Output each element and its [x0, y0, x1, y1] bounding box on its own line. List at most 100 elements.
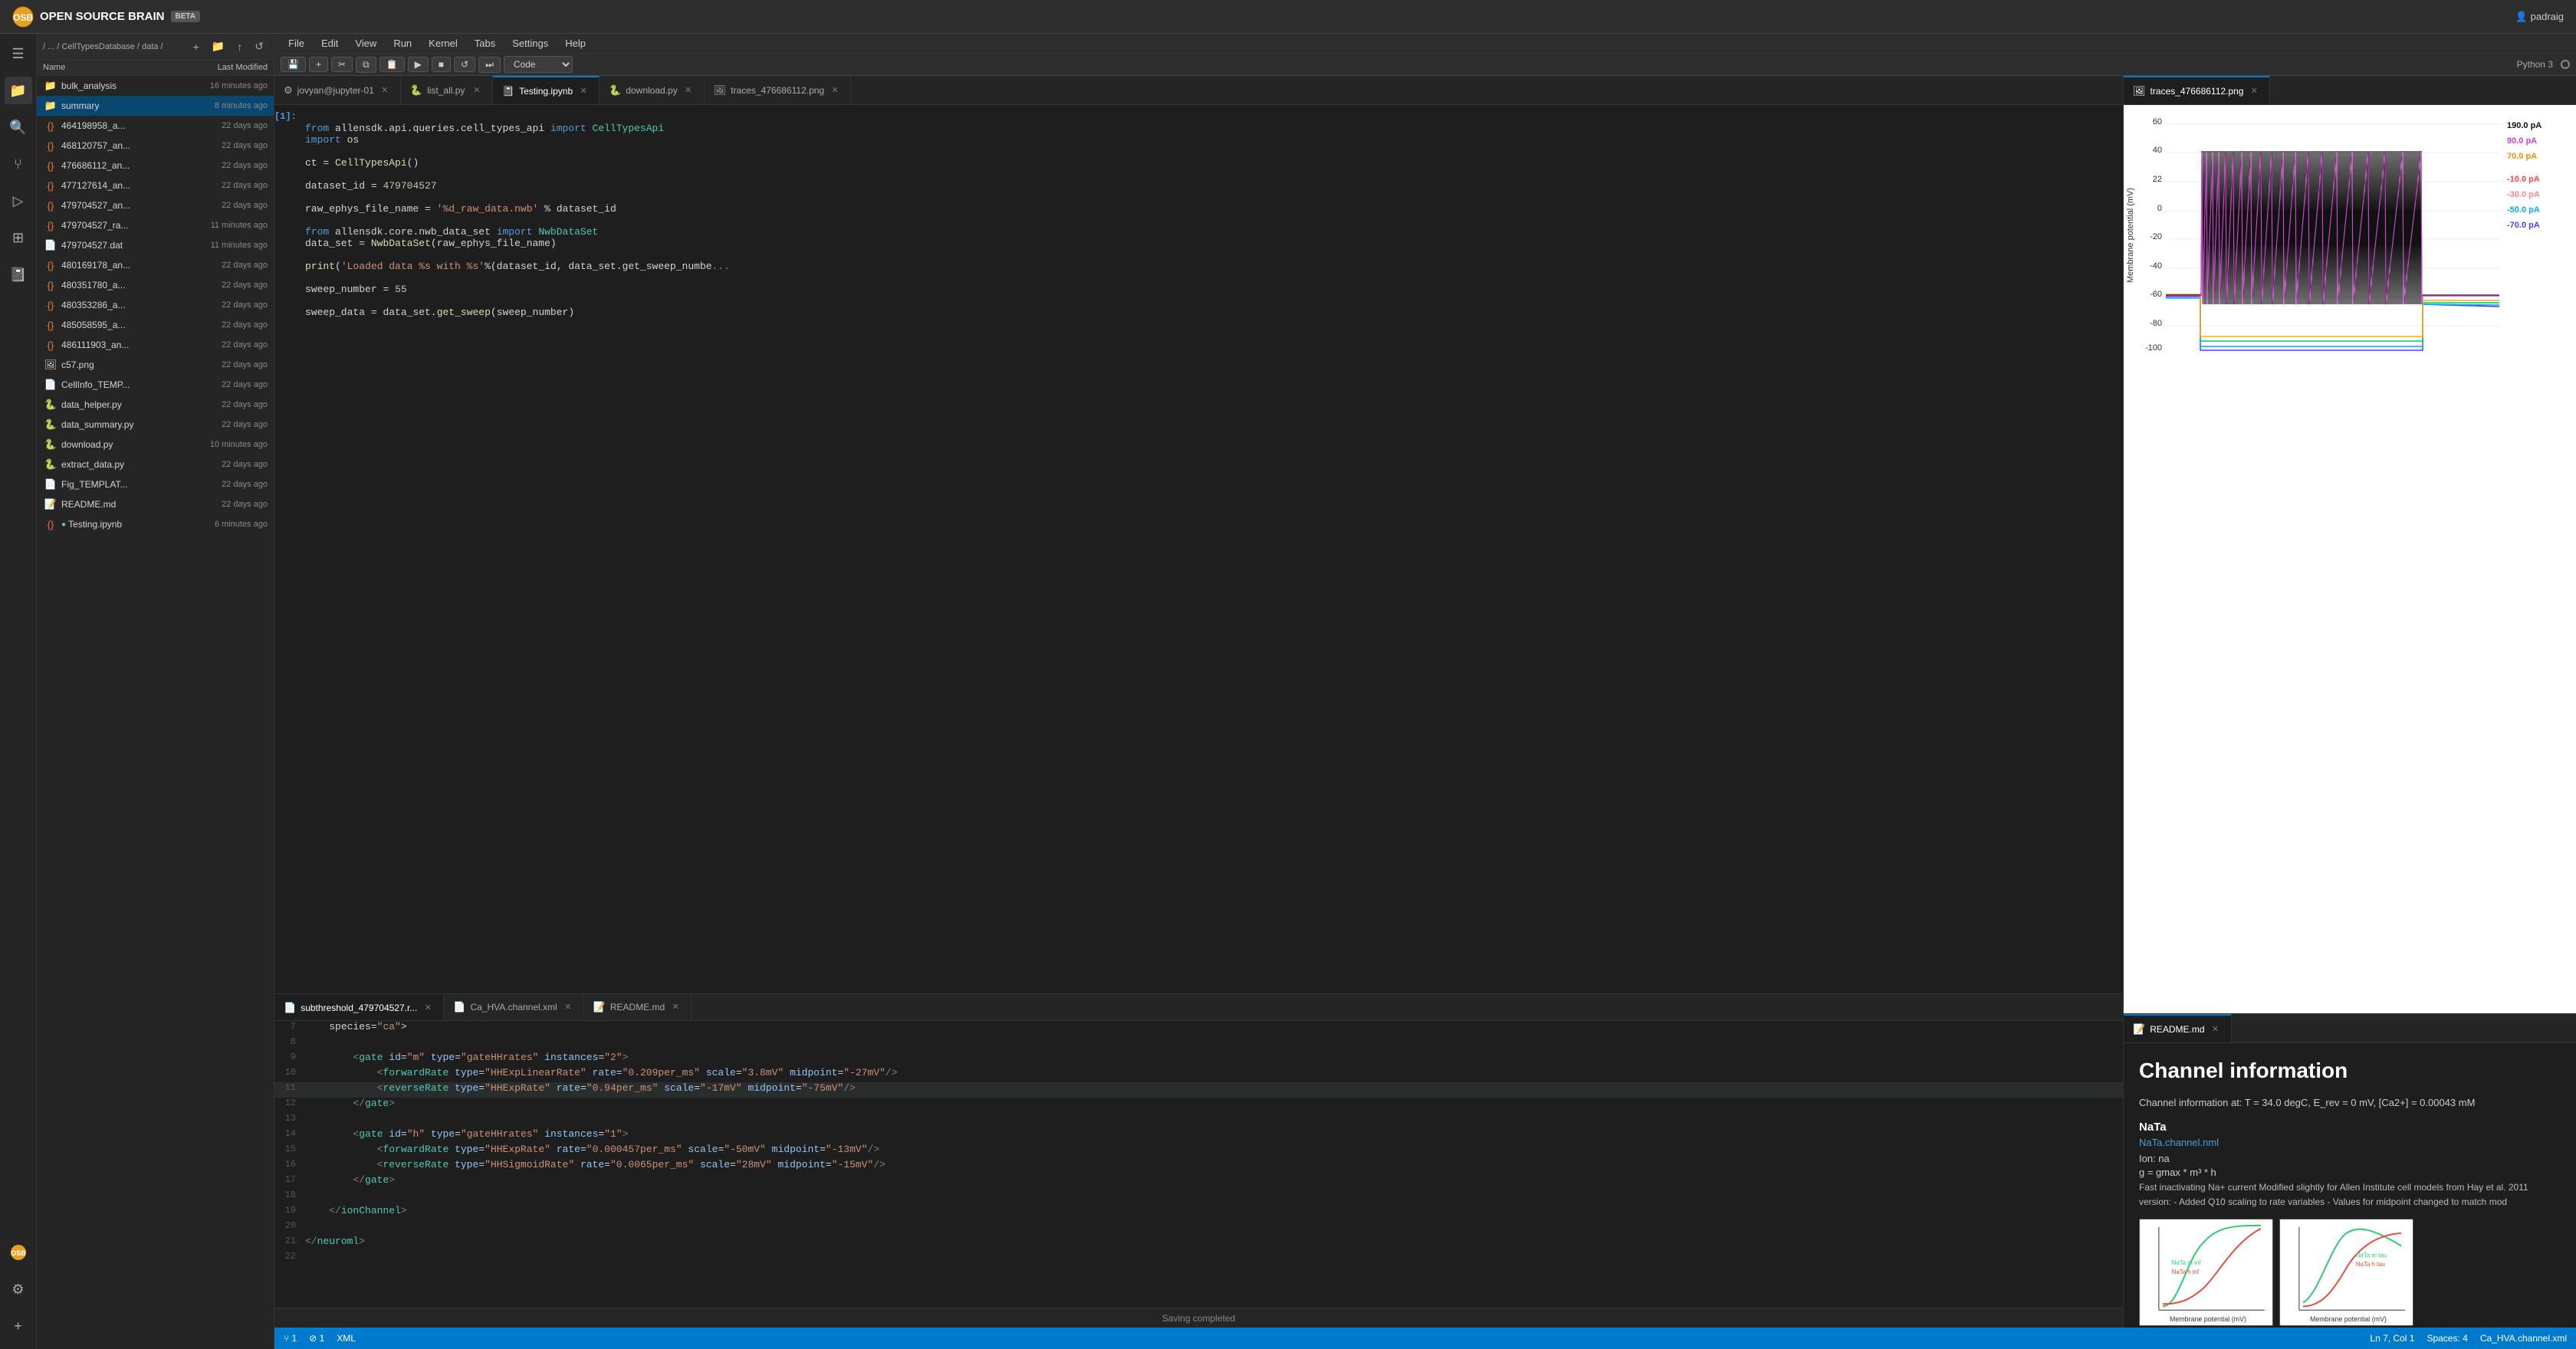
tab-close[interactable]: ✕ — [669, 1001, 682, 1013]
tab-close[interactable]: ✕ — [379, 84, 391, 97]
file-item[interactable]: 🐍 download.py 10 minutes ago — [37, 435, 274, 455]
copy-button[interactable]: ⧉ — [356, 57, 376, 73]
svg-text:22: 22 — [2153, 175, 2162, 184]
app-logo: OSB OPEN SOURCE BRAIN BETA — [12, 6, 200, 28]
editor-tab[interactable]: ⚙ jovyan@jupyter-01 ✕ — [274, 76, 401, 105]
jupyter-menu-item[interactable]: Kernel — [421, 35, 465, 51]
file-item[interactable]: 🐍 data_helper.py 22 days ago — [37, 395, 274, 415]
jupyter-menu-item[interactable]: Edit — [314, 35, 346, 51]
extensions-icon[interactable]: ⊞ — [5, 224, 32, 251]
xml-content[interactable]: 7 species="ca"> 8 9 — [274, 1021, 2123, 1308]
editor-tab[interactable]: 📓 Testing.ipynb ✕ — [493, 76, 600, 105]
sidebar-new-file[interactable]: + — [189, 39, 203, 54]
editor-tab[interactable]: 🖼 traces_476686112.png ✕ — [705, 76, 851, 105]
file-item[interactable]: {} 480351780_a... 22 days ago — [37, 275, 274, 295]
file-name: Testing.ipynb — [68, 519, 168, 530]
paste-button[interactable]: 📋 — [380, 57, 405, 72]
file-item[interactable]: {} 479704527_ra... 11 minutes ago — [37, 215, 274, 235]
editor-tab[interactable]: 🐍 list_all.py ✕ — [401, 76, 493, 105]
settings-icon[interactable]: ⚙ — [5, 1275, 32, 1303]
cell-type-select[interactable]: Code Markdown — [504, 56, 573, 73]
tab-close[interactable]: ✕ — [2248, 85, 2260, 97]
file-item[interactable]: {} 468120757_an... 22 days ago — [37, 136, 274, 156]
files-icon[interactable]: 📁 — [5, 77, 32, 104]
file-item[interactable]: {} 480169178_an... 22 days ago — [37, 255, 274, 275]
tab-close[interactable]: ✕ — [2210, 1023, 2222, 1036]
save-button[interactable]: 💾 — [281, 57, 306, 72]
run-icon[interactable]: ▷ — [5, 187, 32, 215]
git-icon[interactable]: ⑂ — [5, 150, 32, 178]
file-item[interactable]: {} 477127614_an... 22 days ago — [37, 176, 274, 195]
left-panel: ⚙ jovyan@jupyter-01 ✕ 🐍 list_all.py ✕ 📓 … — [274, 76, 2124, 1328]
sidebar-refresh[interactable]: ↺ — [251, 38, 268, 54]
editor-tab-bottom[interactable]: 📄 subthreshold_479704527.r... ✕ — [274, 994, 444, 1021]
add-icon[interactable]: + — [5, 1312, 32, 1340]
jupyter-menu-item[interactable]: File — [281, 35, 312, 51]
tab-close[interactable]: ✕ — [562, 1001, 574, 1013]
file-item[interactable]: 📄 479704527.dat 11 minutes ago — [37, 235, 274, 255]
stop-button[interactable]: ■ — [432, 57, 451, 72]
add-cell-button[interactable]: + — [309, 57, 328, 72]
col-name-header[interactable]: Name — [43, 63, 168, 72]
jupyter-menu-item[interactable]: Tabs — [467, 35, 503, 51]
code-content[interactable]: [1]: from allensdk.api.queries.cell_type… — [274, 105, 2123, 993]
jupyter-menu-item[interactable]: Help — [557, 35, 593, 51]
file-item[interactable]: {} ● Testing.ipynb 6 minutes ago — [37, 514, 274, 534]
sidebar-upload[interactable]: ↑ — [233, 39, 246, 54]
file-item[interactable]: 📁 summary 8 minutes ago — [37, 96, 274, 116]
file-item[interactable]: {} 476686112_an... 22 days ago — [37, 156, 274, 176]
file-item[interactable]: 📝 README.md 22 days ago — [37, 494, 274, 514]
restart-button[interactable]: ↺ — [454, 57, 475, 72]
chart-1: Membrane potential (mV) NaTa m inf NaTa … — [2139, 1219, 2273, 1326]
sidebar-new-folder[interactable]: 📁 — [208, 38, 228, 54]
file-item[interactable]: 🐍 data_summary.py 22 days ago — [37, 415, 274, 435]
file-type-icon: 📄 — [43, 377, 58, 392]
jupyter-menu-item[interactable]: Settings — [504, 35, 556, 51]
file-modified: 22 days ago — [168, 281, 268, 290]
file-item[interactable]: 📄 Fig_TEMPLAT... 22 days ago — [37, 474, 274, 494]
statusbar-spaces[interactable]: Spaces: 4 — [2426, 1333, 2467, 1344]
jupyter-menu-item[interactable]: Run — [386, 35, 419, 51]
file-item[interactable]: {} 479704527_an... 22 days ago — [37, 195, 274, 215]
statusbar-language[interactable]: Ca_HVA.channel.xml — [2480, 1333, 2567, 1344]
tab-close[interactable]: ✕ — [471, 84, 483, 97]
statusbar-position[interactable]: Ln 7, Col 1 — [2370, 1333, 2414, 1344]
search-icon[interactable]: 🔍 — [5, 113, 32, 141]
code-line: 20 — [274, 1220, 2123, 1236]
tab-close[interactable]: ✕ — [682, 84, 695, 97]
tab-close[interactable]: ✕ — [577, 85, 590, 97]
editor-tab-right[interactable]: 🖼 traces_476686112.png ✕ — [2124, 76, 2270, 105]
editor-tab-bottom[interactable]: 📝 README.md ✕ — [584, 994, 692, 1021]
cut-button[interactable]: ✂ — [331, 57, 353, 72]
tab-label: traces_476686112.png — [2150, 86, 2244, 97]
editor-tab-bottom[interactable]: 📄 Ca_HVA.channel.xml ✕ — [444, 994, 583, 1021]
tab-close[interactable]: ✕ — [422, 1002, 434, 1014]
file-item[interactable]: {} 480353286_a... 22 days ago — [37, 295, 274, 315]
jupyter-menu-item[interactable]: View — [347, 35, 384, 51]
fast-forward-button[interactable]: ⏭ — [478, 57, 501, 73]
file-item[interactable]: 🐍 extract_data.py 22 days ago — [37, 455, 274, 474]
jupyter-menu: FileEditViewRunKernelTabsSettingsHelp — [281, 35, 593, 51]
content-area: FileEditViewRunKernelTabsSettingsHelp 💾 … — [274, 34, 2576, 1349]
osb-icon[interactable]: OSB — [5, 1239, 32, 1266]
file-item[interactable]: 📁 bulk_analysis 16 minutes ago — [37, 76, 274, 96]
readme-subtitle: Channel information at: T = 34.0 degC, E… — [2139, 1095, 2561, 1111]
file-modified: 22 days ago — [168, 420, 268, 429]
file-modified: 22 days ago — [168, 181, 268, 190]
editor-tab-bottom-right[interactable]: 📝 README.md ✕ — [2124, 1014, 2232, 1043]
tab-close[interactable]: ✕ — [829, 84, 841, 97]
menu-icon[interactable]: ☰ — [5, 40, 32, 67]
tab-icon: ⚙ — [284, 84, 293, 97]
notebook-icon[interactable]: 📓 — [5, 261, 32, 288]
channel-file[interactable]: NaTa.channel.nml — [2139, 1137, 2561, 1148]
user-info[interactable]: 👤 padraig — [2515, 11, 2564, 23]
file-item[interactable]: 🖼 c57.png 22 days ago — [37, 355, 274, 375]
file-item[interactable]: 📄 CellInfo_TEMP... 22 days ago — [37, 375, 274, 395]
editor-tab[interactable]: 🐍 download.py ✕ — [600, 76, 705, 105]
file-item[interactable]: {} 486111903_an... 22 days ago — [37, 335, 274, 355]
file-item[interactable]: {} 485058595_a... 22 days ago — [37, 315, 274, 335]
col-modified-header[interactable]: Last Modified — [168, 63, 268, 72]
tab-label: list_all.py — [427, 85, 465, 96]
file-item[interactable]: {} 464198958_a... 22 days ago — [37, 116, 274, 136]
run-button[interactable]: ▶ — [408, 57, 429, 72]
